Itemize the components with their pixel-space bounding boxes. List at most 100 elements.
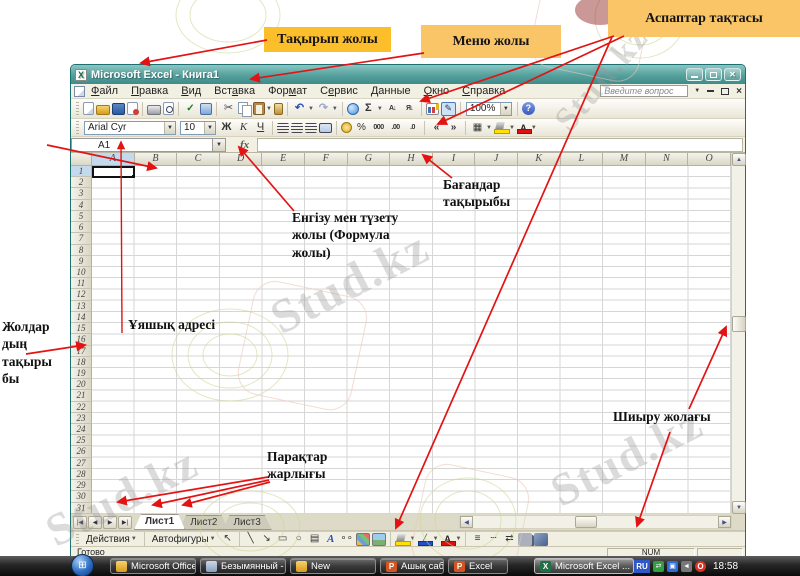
column-header-F[interactable]: F [305,153,348,166]
menu-item-Данные[interactable]: Данные [371,85,411,97]
paste-button[interactable]: ▼ [253,102,272,115]
toolbar-grip-icon[interactable] [76,121,79,133]
rectangle-button[interactable]: ▭ [276,533,290,546]
percent-button[interactable]: % [354,121,369,135]
drawing-button[interactable]: ✎ [441,102,456,116]
row-header-15[interactable]: 15 [71,323,92,334]
row-header-11[interactable]: 11 [71,278,92,289]
insert-hyperlink-button[interactable] [347,103,359,115]
column-header-B[interactable]: B [135,153,178,166]
print-preview-button[interactable] [163,102,174,115]
permission-button[interactable] [127,102,138,115]
sheet-tab-Лист3[interactable]: Лист3 [222,515,271,530]
vertical-scroll-thumb[interactable] [732,316,746,332]
select-all-corner[interactable] [71,153,92,166]
sort-descending-button[interactable]: Я↓ [402,102,417,116]
research-button[interactable] [200,103,212,115]
align-right-button[interactable] [305,123,317,133]
fill-color-button[interactable]: ▼ [494,121,515,134]
scroll-right-icon[interactable]: ▶ [718,516,731,528]
font-color-button[interactable]: А▼ [441,533,462,546]
cut-button[interactable]: ✂ [221,102,236,116]
taskbar-task[interactable]: Безымянный - ... [200,558,286,574]
column-header-H[interactable]: H [390,153,433,166]
font-name-combo[interactable]: Arial Cyr ▼ [84,121,176,135]
question-dropdown-icon[interactable]: ▼ [694,88,700,94]
row-header-17[interactable]: 17 [71,346,92,357]
name-box-dropdown-icon[interactable]: ▼ [213,138,226,152]
line-style-button[interactable]: ≡ [470,533,484,546]
clipart-button[interactable] [356,533,370,546]
column-header-C[interactable]: C [177,153,220,166]
increase-indent-button[interactable]: » [446,121,461,135]
network-icon[interactable]: ▣ [667,561,678,572]
autosum-button[interactable]: Σ▼ [361,102,383,116]
row-header-5[interactable]: 5 [71,211,92,222]
borders-button[interactable]: ▦▼ [470,121,492,135]
new-button[interactable] [83,102,94,115]
arrow-style-button[interactable]: ⇄ [502,533,516,546]
decrease-indent-button[interactable]: « [429,121,444,135]
spelling-button[interactable]: ✓ [183,102,198,116]
shadow-button[interactable] [518,533,532,546]
currency-button[interactable] [341,122,352,133]
row-header-23[interactable]: 23 [71,413,92,424]
wordart-button[interactable]: А [324,533,338,546]
line-color-button[interactable]: ╱▼ [418,533,439,546]
italic-button[interactable]: К [236,121,251,135]
question-box-input[interactable]: Введите вопрос [600,85,688,97]
increase-decimal-button[interactable]: .00 [388,121,403,135]
decrease-decimal-button[interactable]: .0 [405,121,420,135]
row-header-18[interactable]: 18 [71,357,92,368]
workbook-close-icon[interactable]: × [736,86,742,97]
3d-button[interactable] [534,533,548,546]
row-header-9[interactable]: 9 [71,256,92,267]
merge-center-button[interactable] [319,123,332,133]
oval-button[interactable]: ○ [292,533,306,546]
title-bar[interactable]: X Microsoft Excel - Книга1 ✕ [71,65,745,84]
save-button[interactable] [112,103,125,115]
align-left-button[interactable] [277,123,289,133]
font-color-button[interactable]: А▼ [517,121,537,134]
next-sheet-icon[interactable]: ▶ [103,516,117,529]
arrow-button[interactable]: ↘ [260,533,274,546]
redo-button[interactable]: ↷▼ [316,102,338,116]
vertical-scrollbar[interactable]: ▲ ▼ [731,153,745,514]
print-button[interactable] [147,103,161,115]
menu-item-Правка[interactable]: Правка [131,85,168,97]
row-header-21[interactable]: 21 [71,390,92,401]
taskbar-task[interactable]: XMicrosoft Excel ... [534,558,634,574]
column-header-K[interactable]: K [518,153,561,166]
network-activity-icon[interactable]: ⇄ [653,561,664,572]
start-button[interactable]: ⊞ [71,554,94,576]
help-button[interactable]: ? [522,102,535,115]
undo-button[interactable]: ↶▼ [292,102,314,116]
bold-button[interactable]: Ж [219,121,234,135]
opera-icon[interactable]: O [695,561,706,572]
row-header-16[interactable]: 16 [71,334,92,345]
close-button[interactable]: ✕ [724,68,741,81]
row-header-6[interactable]: 6 [71,222,92,233]
fill-color-button[interactable]: ▼ [395,533,416,546]
scroll-down-icon[interactable]: ▼ [732,501,746,514]
taskbar-task[interactable]: Microsoft Office... [110,558,196,574]
row-header-24[interactable]: 24 [71,424,92,435]
menu-item-Вид[interactable]: Вид [181,85,201,97]
row-header-13[interactable]: 13 [71,301,92,312]
font-size-combo[interactable]: 10 ▼ [180,121,216,135]
horizontal-scrollbar[interactable]: ◀ ▶ [459,515,732,529]
format-painter-button[interactable] [274,103,283,115]
workbook-restore-icon[interactable] [721,88,729,95]
row-header-27[interactable]: 27 [71,458,92,469]
column-header-L[interactable]: L [561,153,604,166]
insert-function-icon[interactable]: fx [240,139,249,151]
previous-sheet-icon[interactable]: ◀ [88,516,102,529]
diagram-button[interactable]: ∘∘ [340,533,354,546]
picture-button[interactable] [372,533,386,546]
menu-item-Вставка[interactable]: Вставка [214,85,255,97]
menu-item-Формат[interactable]: Формат [268,85,307,97]
row-header-14[interactable]: 14 [71,312,92,323]
horizontal-scroll-thumb[interactable] [575,516,597,528]
menu-item-Справка[interactable]: Справка [462,85,505,97]
scroll-up-icon[interactable]: ▲ [732,153,746,166]
